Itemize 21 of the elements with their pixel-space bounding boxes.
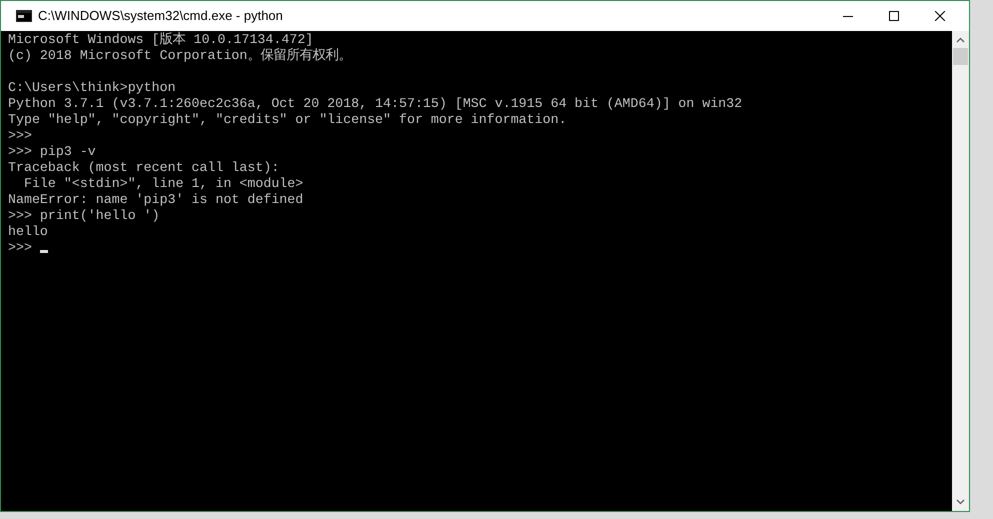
console-line: NameError: name 'pip3' is not defined [8,192,304,208]
console-line: Microsoft Windows [版本 10.0.17134.472] [8,32,314,48]
console-line: Python 3.7.1 (v3.7.1:260ec2c36a, Oct 20 2018, 14:57:15) [MSC v.1915 64 bit (AMD64)] on win32 [8,96,742,112]
console-line: >>> [8,240,32,256]
scroll-down-icon[interactable] [956,499,965,505]
console-line: >>> print('hello ') [8,208,160,224]
console-line: (c) 2018 Microsoft Corporation。保留所有权利。 [8,48,352,64]
scrollbar-thumb[interactable] [953,48,968,65]
console-line: >>> pip3 -v [8,144,96,160]
console-line: Type "help", "copyright", "credits" or "license" for more information. [8,112,567,128]
console-icon [16,10,32,22]
maximize-icon [889,11,899,21]
console-line: File "<stdin>", line 1, in <module> [22,176,304,192]
console-line: Traceback (most recent call last): [8,160,280,176]
scroll-up-icon[interactable] [956,37,965,43]
close-icon [935,11,945,21]
console-line: hello [8,224,48,240]
window-title: C:\WINDOWS\system32\cmd.exe - python [38,7,283,26]
scrollbar[interactable] [952,31,969,511]
console-line: C:\Users\think>python [8,80,176,96]
console-line: >>> [8,128,32,144]
